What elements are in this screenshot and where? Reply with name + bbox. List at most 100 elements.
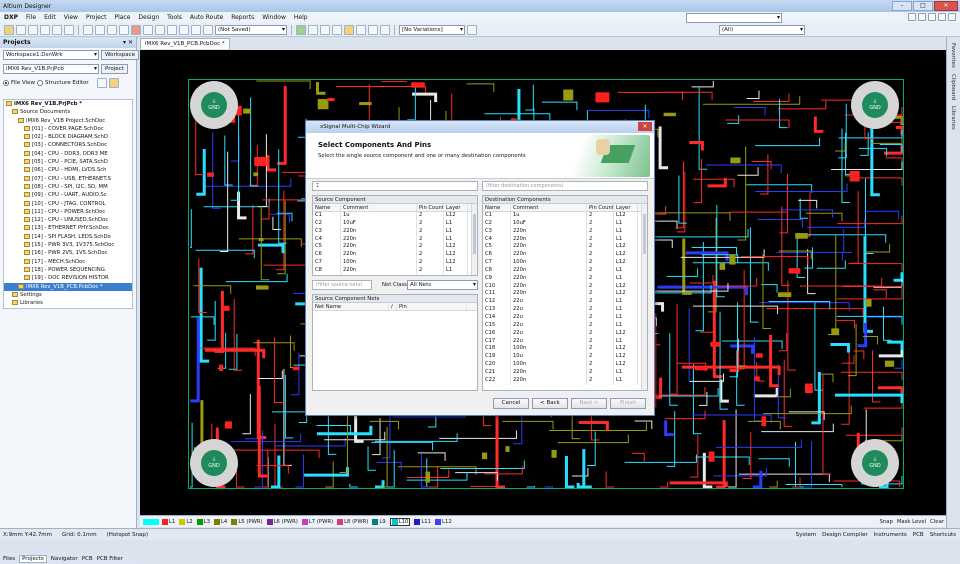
tree-item[interactable]: [14] - SPI FLASH, LEDS.SchDo [4,233,132,241]
tree-item[interactable]: Libraries [4,299,132,307]
grid-row[interactable]: C8220n2L1 [483,267,647,275]
grid-row[interactable]: C5220n2L12 [313,243,477,251]
tree-item[interactable]: [03] - CONNECTORS.SchDoc [4,141,132,149]
grid-row[interactable]: C1910u2L12 [483,353,647,361]
menu-project[interactable]: Project [86,14,107,21]
grid-row[interactable]: C10220n2L12 [483,283,647,291]
col-net-name[interactable]: Net Name [313,303,389,310]
snap-button[interactable]: Snap [880,519,893,525]
layer-tab[interactable]: L6 (PWR) [267,518,298,526]
tree-item[interactable]: [01] - COVER PAGE.SchDoc [4,125,132,133]
grid-row[interactable]: C210uF2L1 [483,220,647,228]
file-view-radio[interactable] [3,80,9,86]
structure-editor-radio[interactable] [37,80,43,86]
tree-item[interactable]: iMX6 Rev_V1B_PCB.PcbDoc * [4,283,132,291]
tree-item[interactable]: Settings [4,291,132,299]
tree-item[interactable]: [11] - CPU - POWER.SchDoc [4,208,132,216]
source-nets-grid[interactable]: Source Component Nets Net Name / Pin [312,294,478,391]
project-button[interactable]: Project [101,64,128,74]
workspace-button[interactable]: Workspace [101,50,139,60]
zoom-fit-icon[interactable] [52,25,62,35]
tree-item[interactable]: [05] - CPU - PCIE, SATA.SchD [4,158,132,166]
source-component-grid[interactable]: Source Component Name Comment Pin Count … [312,195,478,276]
home-icon[interactable] [928,13,936,21]
search-box[interactable] [686,13,782,23]
fill-icon[interactable] [356,25,366,35]
layer-tab[interactable]: L9 [372,518,385,526]
menu-reports[interactable]: Reports [231,14,254,21]
component-icon[interactable] [380,25,390,35]
tab-files[interactable]: Files [3,556,15,562]
back-button[interactable]: < Back [532,398,568,409]
forward-icon[interactable] [918,13,926,21]
saved-combo[interactable]: (Not Saved) [215,25,287,35]
layer-tab[interactable]: L1 [162,518,175,526]
move-icon[interactable] [143,25,153,35]
grid-row[interactable]: C210uF2L1 [313,220,477,228]
undo-icon[interactable] [191,25,201,35]
source-nets-filter-input[interactable]: (filter source nets) [312,280,372,290]
tree-item[interactable]: [04] - CPU - DDR3, DDR3 ME [4,150,132,158]
finish-button[interactable]: Finish [610,398,646,409]
col-name[interactable]: Name [313,204,341,211]
grid-row[interactable]: C22220n2L1 [483,377,647,385]
deselect-icon[interactable] [155,25,165,35]
tree-item[interactable]: iMX6 Rev_V1B.PrjPcb * [4,100,132,108]
close-button[interactable]: ✕ [934,1,958,11]
grid-row[interactable]: C1322u2L1 [483,306,647,314]
pcb-button[interactable]: PCB [913,532,924,538]
grid-row[interactable]: C11u2L12 [483,212,647,220]
workspace-select[interactable]: Workspace1.DsnWrk [3,50,99,60]
layer-tab[interactable]: L2 [179,518,192,526]
tree-item[interactable]: [02] - BLOCK DIAGRAM.SchD [4,133,132,141]
document-tab[interactable]: iMX6 Rev_V1B_PCB.PcbDoc * [140,38,230,49]
tree-item[interactable]: [15] - PWR 3V3, 1V375.SchDoc [4,241,132,249]
polygon-icon[interactable] [344,25,354,35]
col-comment[interactable]: Comment [511,204,587,211]
tab-pcb-filter[interactable]: PCB Filter [97,556,123,562]
grid-row[interactable]: C6220n2L12 [313,251,477,259]
layer-tab[interactable]: L10 [390,518,411,526]
panel-pin-icon[interactable]: ▾ ✕ [123,39,133,46]
redo-icon[interactable] [203,25,213,35]
layer-tab[interactable]: L8 (PWR) [337,518,368,526]
tree-item[interactable]: [08] - CPU - SPI, I2C, SD, MM [4,183,132,191]
rubber-stamp-icon[interactable] [119,25,129,35]
layer-tab[interactable]: L3 [197,518,210,526]
paste-icon[interactable] [107,25,117,35]
menu-edit[interactable]: Edit [44,14,56,21]
cancel-button[interactable]: Cancel [493,398,529,409]
menu-view[interactable]: View [64,14,78,21]
maximize-button[interactable]: □ [913,1,933,11]
variations-combo[interactable]: [No Variations] [399,25,465,35]
next-button[interactable]: Next > [571,398,607,409]
grid-row[interactable]: C21220n2L1 [483,369,647,377]
tree-item[interactable]: [18] - POWER SEQUENCING. [4,266,132,274]
col-layer[interactable]: Layer [614,204,638,211]
panel-folder-icon[interactable] [109,78,119,88]
open-icon[interactable] [4,25,14,35]
menu-design[interactable]: Design [138,14,159,21]
tree-item[interactable]: Source Documents [4,108,132,116]
tree-item[interactable]: [12] - CPU - UNUSED.SchDoc [4,216,132,224]
destination-filter-input[interactable]: (filter destination components) [482,181,648,191]
col-pin-count[interactable]: Pin Count [417,204,444,211]
grid-row[interactable]: C1422u2L1 [483,314,647,322]
grid-row[interactable]: C3220n2L1 [483,228,647,236]
grid-row[interactable]: C5220n2L12 [483,243,647,251]
print-icon[interactable] [28,25,38,35]
grid-row[interactable]: C7100n2L12 [483,259,647,267]
grid-row[interactable]: C7100n2L12 [313,259,477,267]
dxp-menu[interactable]: DXP [4,14,18,21]
save-icon[interactable] [16,25,26,35]
menu-place[interactable]: Place [114,14,130,21]
grid-row[interactable]: C8220n2L1 [313,267,477,275]
favorites-tab[interactable]: Favorites [950,43,956,68]
cut-icon[interactable] [83,25,93,35]
grid-row[interactable]: C4220n2L1 [313,236,477,244]
net-class-select[interactable]: All Nets [407,280,478,290]
menu-help[interactable]: Help [294,14,308,21]
grid-row[interactable]: C18100n2L12 [483,345,647,353]
menu-tools[interactable]: Tools [167,14,182,21]
instruments-button[interactable]: Instruments [874,532,907,538]
